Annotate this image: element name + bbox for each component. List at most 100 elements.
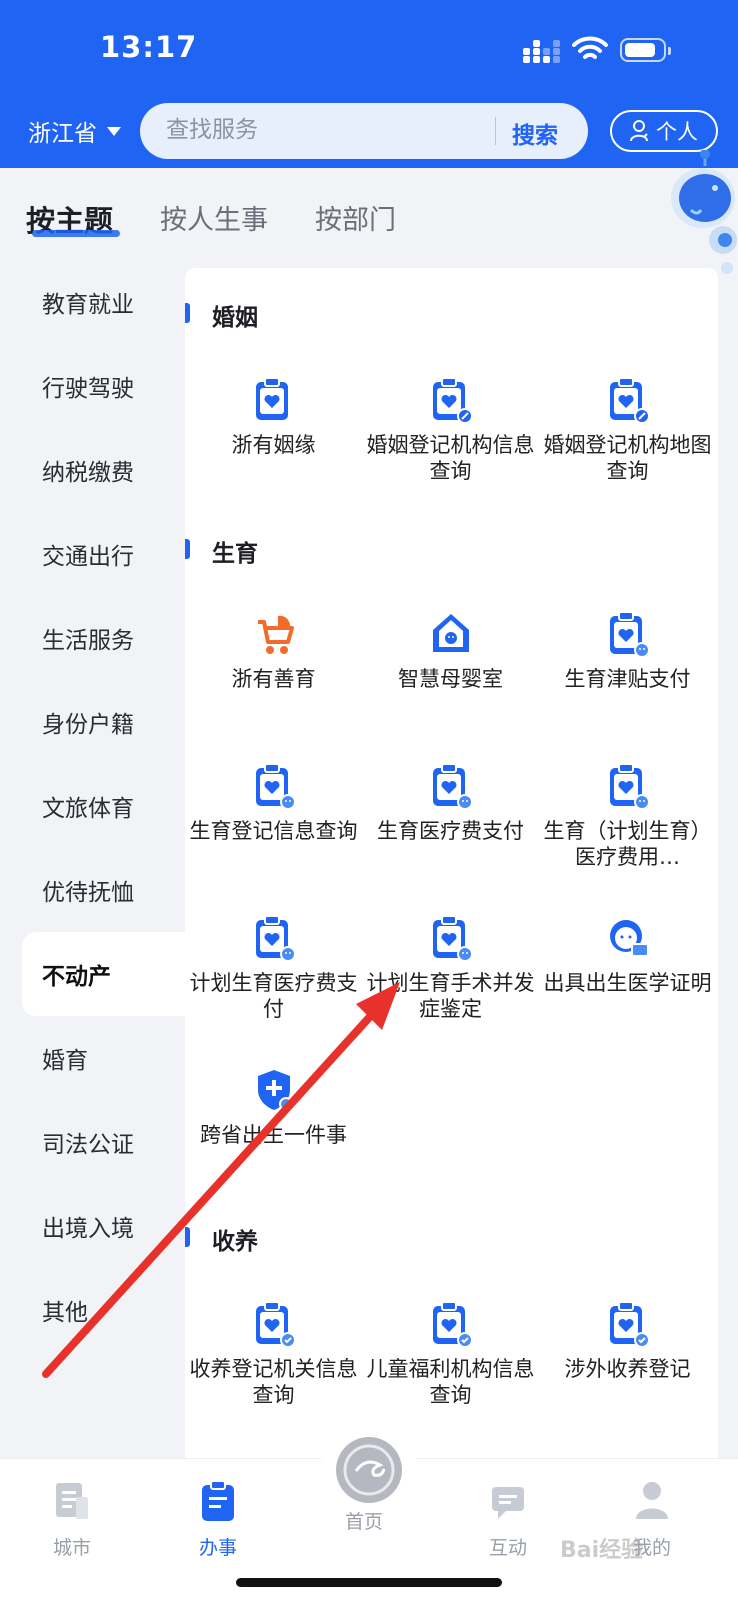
service-label: 浙有善育	[231, 667, 316, 691]
service-label: 智慧母婴室	[398, 667, 503, 691]
app-header: 13:17 浙江省 搜索 个人	[0, 0, 738, 168]
personal-label: 个人	[656, 120, 698, 144]
service-item[interactable]: 跨省出生一件事	[185, 1066, 362, 1148]
service-item[interactable]: 计划生育手术并发症鉴定	[362, 914, 539, 1022]
nav-tab-home[interactable]: 首页	[314, 1497, 414, 1534]
service-label: 生育医疗费支付	[377, 819, 524, 843]
task-doc-icon	[202, 1480, 234, 1521]
service-label: 跨省出生一件事	[200, 1123, 347, 1147]
watermark-logo: Bai经验	[560, 1538, 644, 1563]
chat-icon	[492, 1487, 524, 1519]
personal-button[interactable]: 个人	[610, 110, 718, 152]
tab-by-life-event[interactable]: 按人生事	[160, 198, 268, 237]
cellular-signal-icon	[523, 40, 563, 63]
active-tab-indicator	[32, 230, 120, 237]
sidebar-item-marriage-birth[interactable]: 婚育	[0, 1016, 185, 1100]
service-label: 婚姻登记机构地图查询	[543, 433, 712, 483]
service-item[interactable]: 浙有善育	[185, 610, 362, 692]
clipboard-baby-icon	[609, 611, 650, 658]
service-item[interactable]: 婚姻登记机构信息查询	[362, 376, 539, 484]
service-label: 计划生育医疗费支付	[189, 971, 358, 1021]
service-label: 儿童福利机构信息查询	[366, 1357, 535, 1407]
house-baby-icon	[432, 614, 469, 652]
stroller-icon	[257, 615, 294, 654]
service-item[interactable]: 儿童福利机构信息查询	[362, 1300, 539, 1408]
clipboard-baby-icon	[609, 763, 650, 810]
clipboard-heart-check-icon	[609, 1301, 650, 1348]
section-title-marriage: 婚姻	[185, 298, 258, 332]
sidebar-item-driving[interactable]: 行驶驾驶	[0, 344, 185, 428]
service-panel: 婚姻 浙有姻缘 婚姻登记机构信息查询 婚姻登记机构地图查询 生育 浙有善育 智慧…	[185, 268, 718, 1478]
sidebar-item-household[interactable]: 身份户籍	[0, 680, 185, 764]
service-item[interactable]: 生育津贴支付	[539, 610, 716, 692]
sidebar-item-judicial[interactable]: 司法公证	[0, 1100, 185, 1184]
clipboard-baby-icon	[255, 915, 296, 962]
clipboard-heart-badge-icon	[432, 377, 473, 424]
search-bar[interactable]: 搜索	[140, 103, 588, 159]
service-label: 生育登记信息查询	[189, 819, 358, 843]
shield-plus-icon	[257, 1070, 293, 1111]
nav-tab-city[interactable]: 城市	[22, 1479, 122, 1560]
section-title-adoption: 收养	[185, 1222, 258, 1256]
sidebar-item-transport[interactable]: 交通出行	[0, 512, 185, 596]
clipboard-baby-icon	[255, 763, 296, 810]
nav-label: 办事	[198, 1537, 237, 1559]
sidebar-item-life-services[interactable]: 生活服务	[0, 596, 185, 680]
home-indicator	[236, 1578, 502, 1587]
service-item[interactable]: 生育医疗费支付	[362, 762, 539, 844]
service-item[interactable]: 智慧母婴室	[362, 610, 539, 692]
sidebar-item-real-estate[interactable]: 不动产	[22, 932, 185, 1016]
category-tabs: 按主题 按人生事 按部门	[0, 168, 738, 264]
chevron-down-icon	[107, 126, 121, 136]
nav-label: 城市	[52, 1537, 91, 1559]
tab-by-department[interactable]: 按部门	[315, 198, 396, 237]
sidebar-item-culture[interactable]: 文旅体育	[0, 764, 185, 848]
nav-label: 首页	[344, 1511, 383, 1533]
nav-tab-interact[interactable]: 互动	[458, 1479, 558, 1560]
theme-sidebar: 教育就业 行驶驾驶 纳税缴费 交通出行 生活服务 身份户籍 文旅体育 优待抚恤 …	[0, 260, 185, 1460]
service-item[interactable]: 出具出生医学证明	[539, 914, 716, 996]
clipboard-heart-badge-icon	[609, 377, 650, 424]
service-item[interactable]: 计划生育医疗费支付	[185, 914, 362, 1022]
clipboard-baby-icon	[432, 763, 473, 810]
status-time: 13:17	[100, 30, 198, 64]
city-doc-icon	[56, 1483, 88, 1519]
sidebar-item-welfare[interactable]: 优待抚恤	[0, 848, 185, 932]
service-label: 出具出生医学证明	[543, 971, 712, 995]
service-item[interactable]: 生育登记信息查询	[185, 762, 362, 844]
service-item[interactable]: 涉外收养登记	[539, 1300, 716, 1382]
service-label: 生育（计划生育）医疗费用…	[543, 819, 712, 869]
clipboard-heart-check-icon	[432, 1301, 473, 1348]
user-icon	[636, 1482, 668, 1519]
baby-certificate-icon	[609, 920, 649, 957]
clipboard-heart-icon	[255, 377, 288, 420]
search-divider	[495, 117, 496, 145]
nav-label: 互动	[488, 1537, 527, 1559]
province-selector[interactable]: 浙江省	[28, 114, 121, 148]
sidebar-item-education[interactable]: 教育就业	[0, 260, 185, 344]
service-label: 婚姻登记机构信息查询	[366, 433, 535, 483]
home-logo-icon[interactable]	[336, 1437, 402, 1503]
service-label: 收养登记机关信息查询	[189, 1357, 358, 1407]
sidebar-item-other[interactable]: 其他	[0, 1268, 185, 1352]
province-label: 浙江省	[28, 121, 97, 147]
sidebar-item-tax[interactable]: 纳税缴费	[0, 428, 185, 512]
wifi-icon	[572, 36, 608, 59]
clipboard-heart-check-icon	[255, 1301, 296, 1348]
service-item[interactable]: 浙有姻缘	[185, 376, 362, 458]
service-item[interactable]: 生育（计划生育）医疗费用…	[539, 762, 716, 870]
search-button[interactable]: 搜索	[512, 116, 558, 150]
search-input[interactable]	[166, 117, 466, 143]
service-item[interactable]: 婚姻登记机构地图查询	[539, 376, 716, 484]
battery-icon	[620, 38, 671, 62]
service-label: 生育津贴支付	[564, 667, 691, 691]
service-item[interactable]: 收养登记机关信息查询	[185, 1300, 362, 1408]
person-icon	[630, 120, 648, 142]
clipboard-baby-icon	[432, 915, 473, 962]
service-label: 涉外收养登记	[564, 1357, 691, 1381]
service-label: 计划生育手术并发症鉴定	[366, 971, 535, 1021]
section-title-birth: 生育	[185, 534, 258, 568]
sidebar-item-immigration[interactable]: 出境入境	[0, 1184, 185, 1268]
service-label: 浙有姻缘	[231, 433, 316, 457]
nav-tab-tasks[interactable]: 办事	[168, 1479, 268, 1560]
